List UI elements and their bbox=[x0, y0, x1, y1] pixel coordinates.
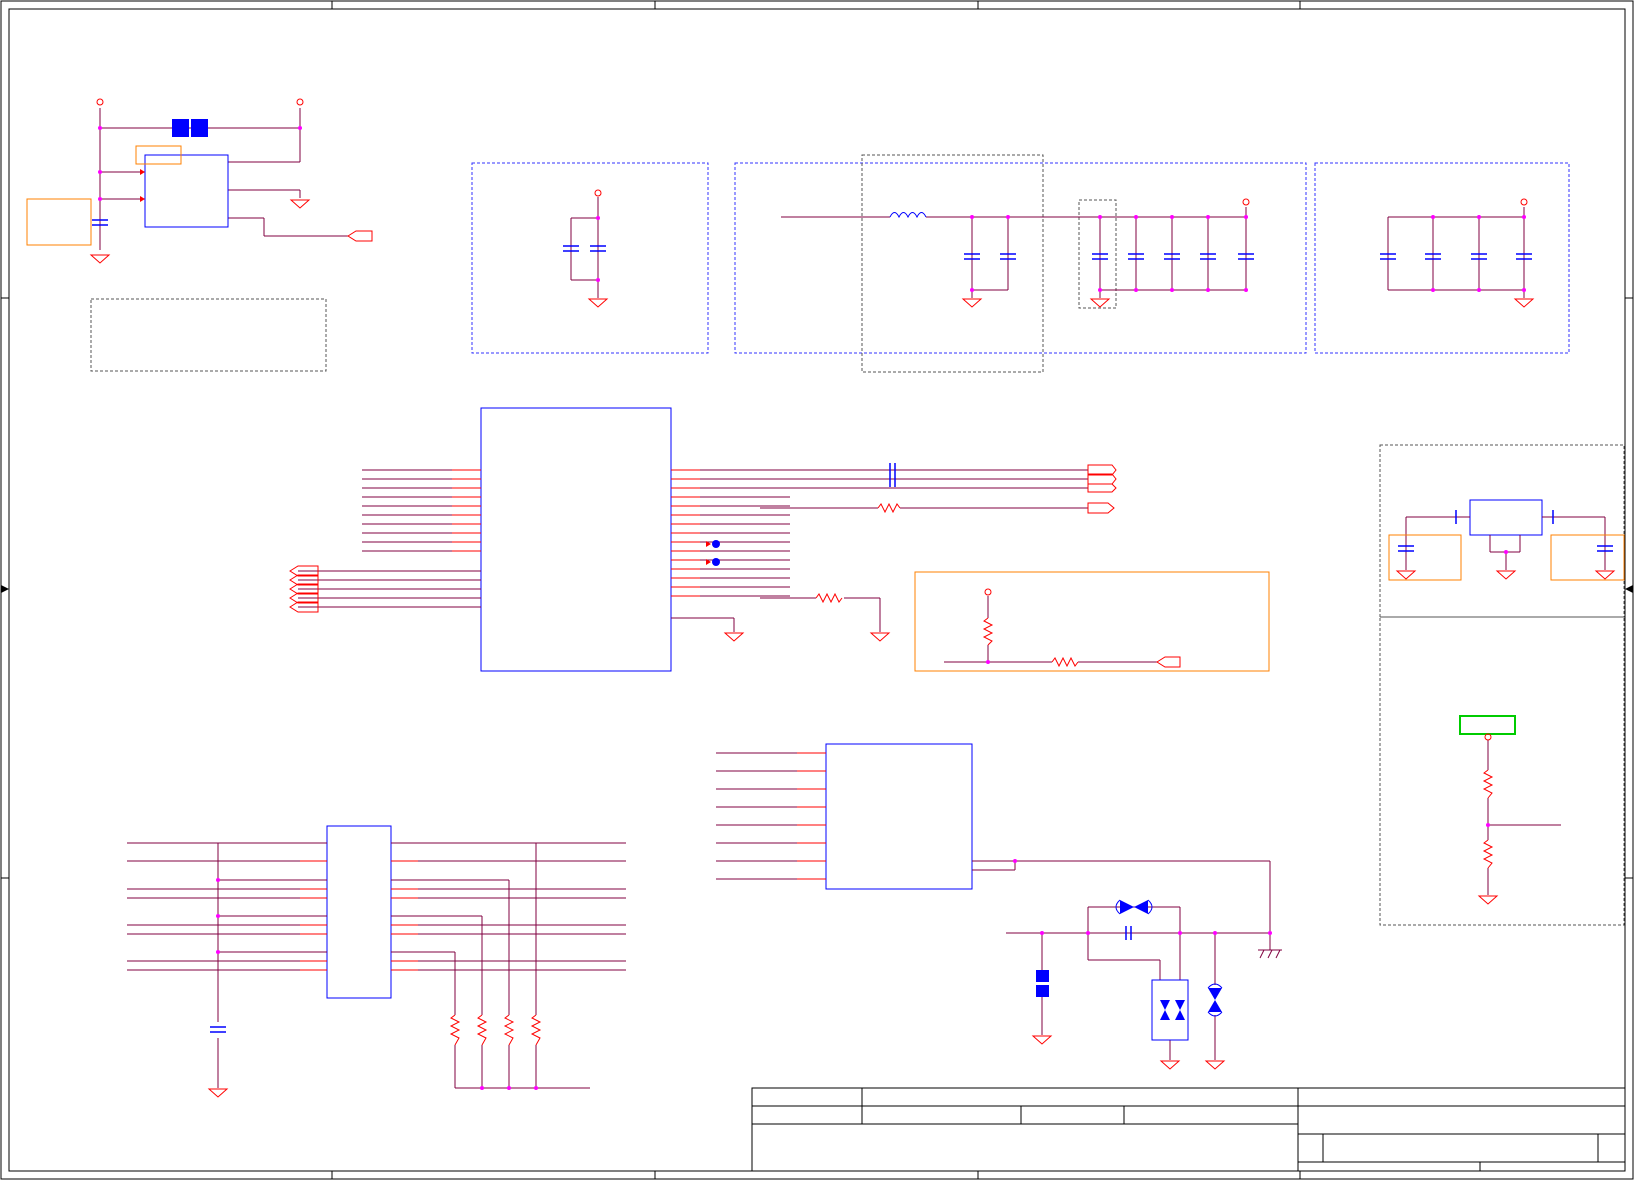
buffer-ground bbox=[207, 1088, 229, 1098]
test-point-arrows bbox=[706, 541, 711, 565]
main-ic-left-pins bbox=[362, 469, 481, 552]
series-resistor-a bbox=[877, 502, 901, 514]
title-block bbox=[751, 1087, 1626, 1172]
tvs-array bbox=[1151, 979, 1189, 1041]
regulator-circuit bbox=[1388, 499, 1625, 581]
main-ic-ports bbox=[289, 464, 1117, 642]
jumper-block bbox=[1036, 970, 1049, 997]
test-points bbox=[712, 540, 720, 566]
main-ic bbox=[289, 407, 1117, 672]
protection-circuit bbox=[1031, 899, 1282, 1070]
group-box-overlay bbox=[861, 154, 1117, 373]
buffer-ic bbox=[127, 825, 626, 1098]
arrow-markers bbox=[140, 169, 145, 202]
reset-circuit bbox=[914, 571, 1270, 672]
buffer-vertical-nets bbox=[217, 842, 590, 1089]
filter-inductor bbox=[889, 212, 927, 219]
decoupling-a bbox=[563, 189, 609, 308]
sheet-frame bbox=[0, 0, 1634, 1180]
schematic-canvas bbox=[0, 0, 1634, 1180]
group-box-filter-bank bbox=[734, 162, 1307, 354]
group-box-decoupling-a bbox=[471, 162, 709, 354]
reset-pullup-resistor bbox=[982, 617, 994, 646]
frame-center-marks bbox=[1, 585, 1633, 593]
filter-bank bbox=[781, 198, 1254, 308]
switch-ic bbox=[144, 154, 229, 228]
connector-ic bbox=[716, 743, 1271, 950]
reset-series-resistor bbox=[1051, 656, 1079, 668]
buffer-decoupling-cap bbox=[210, 1026, 226, 1033]
pullup-resistor-bank bbox=[449, 1014, 542, 1046]
decoupling-c bbox=[1380, 198, 1535, 308]
series-resistor-b bbox=[815, 592, 843, 604]
main-ic-right-pins bbox=[671, 469, 790, 597]
power-ports bbox=[89, 98, 373, 264]
coupling-capacitor bbox=[889, 463, 896, 487]
common-mode-diode-pair bbox=[1120, 900, 1148, 914]
voltage-divider bbox=[1459, 715, 1561, 905]
group-box-decoupling-c bbox=[1314, 162, 1570, 354]
chassis-ground bbox=[1258, 949, 1282, 959]
regulator-ic bbox=[1469, 499, 1543, 536]
group-box-top-left-note bbox=[90, 298, 327, 372]
buffer-bus-lines bbox=[127, 842, 626, 971]
power-switch-circuit bbox=[26, 98, 373, 264]
connector-ic-pins bbox=[716, 752, 826, 880]
input-highlight-box bbox=[26, 198, 92, 246]
